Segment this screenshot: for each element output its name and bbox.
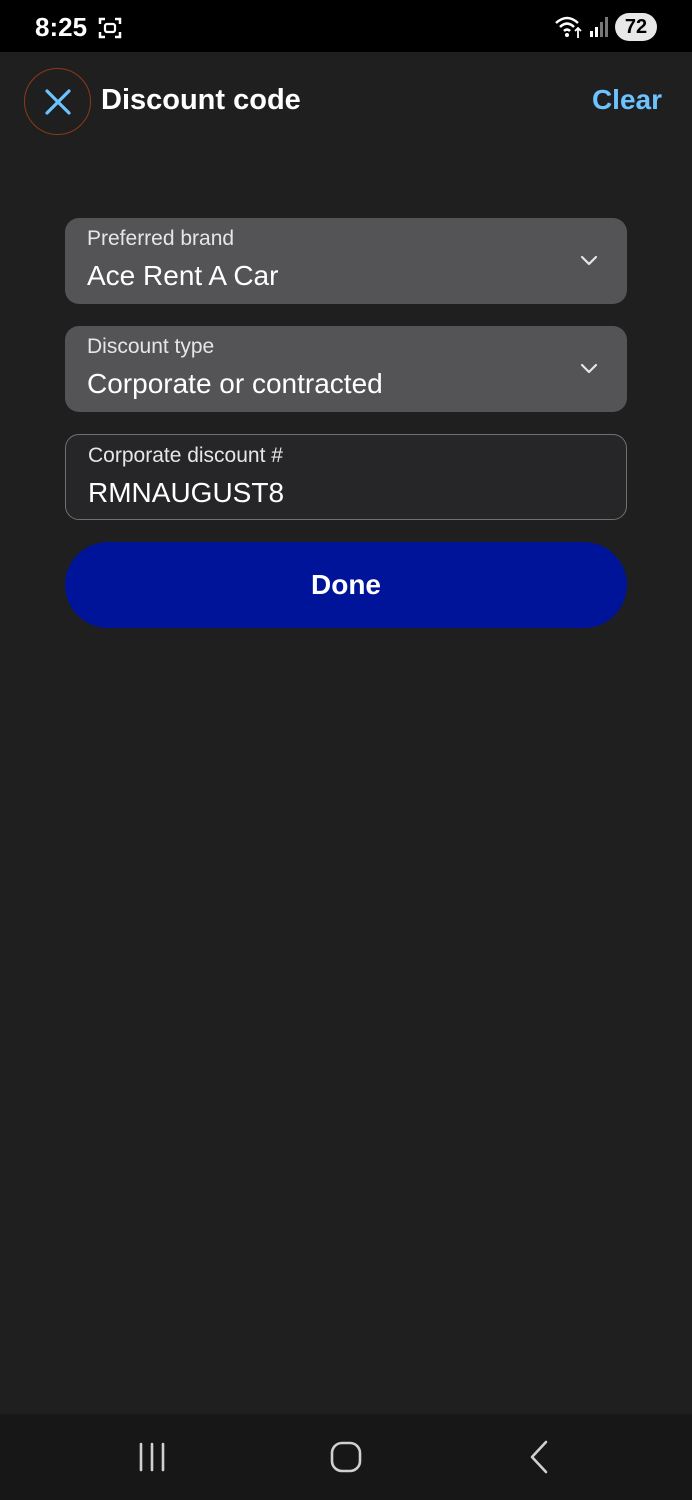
close-button[interactable] — [24, 68, 91, 135]
signal-icon — [590, 17, 608, 37]
discount-type-label: Discount type — [87, 335, 215, 358]
screenshot-icon — [98, 17, 122, 39]
recent-apps-icon[interactable] — [137, 1438, 167, 1476]
back-icon[interactable] — [526, 1438, 554, 1476]
home-icon[interactable] — [329, 1438, 363, 1476]
corporate-discount-label: Corporate discount # — [88, 444, 283, 467]
preferred-brand-value: Ace Rent A Car — [87, 260, 279, 291]
preferred-brand-label: Preferred brand — [87, 227, 235, 250]
close-icon — [44, 88, 71, 115]
clear-button[interactable]: Clear — [592, 84, 662, 116]
discount-type-select[interactable]: Discount type Corporate or contracted — [65, 326, 627, 412]
page-title: Discount code — [101, 84, 301, 116]
chevron-down-icon — [580, 363, 598, 374]
corporate-discount-input[interactable] — [88, 477, 588, 509]
navigation-bar — [0, 1414, 692, 1500]
discount-type-value: Corporate or contracted — [87, 368, 383, 399]
corporate-discount-field[interactable]: Corporate discount # — [65, 434, 627, 520]
battery-indicator: 72 — [615, 13, 657, 41]
preferred-brand-select[interactable]: Preferred brand Ace Rent A Car — [65, 218, 627, 304]
done-button[interactable]: Done — [65, 542, 627, 628]
chevron-down-icon — [580, 255, 598, 266]
wifi-icon — [555, 16, 582, 38]
status-bar: 8:25 72 — [0, 0, 692, 52]
status-time: 8:25 — [35, 12, 88, 42]
